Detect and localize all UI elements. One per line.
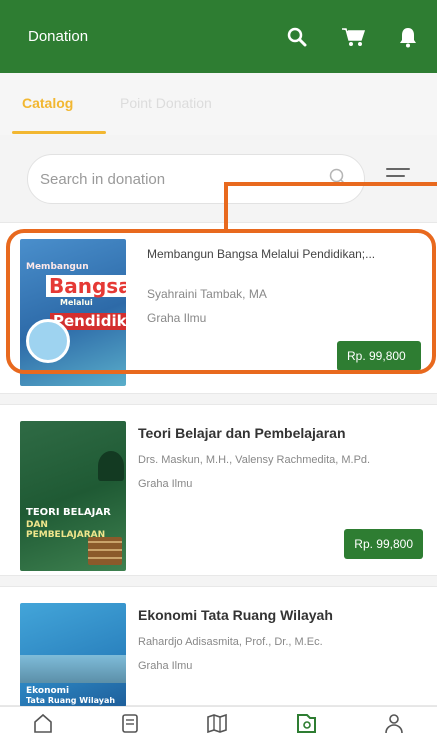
book-title: Ekonomi Tata Ruang Wilayah <box>138 607 333 623</box>
cover-photo <box>98 451 124 481</box>
bottom-navigation <box>0 706 437 733</box>
app-title: Donation <box>28 28 89 45</box>
highlight-frame <box>6 229 436 374</box>
book-info: Teori Belajar dan Pembelajaran Drs. Mask… <box>138 425 423 490</box>
tab-bar: Catalog Point Donation <box>0 73 437 135</box>
document-icon[interactable] <box>120 713 140 733</box>
book-card[interactable]: TEORI BELAJAR DAN PEMBELAJARAN Teori Bel… <box>0 404 437 576</box>
map-icon[interactable] <box>206 713 228 733</box>
book-cover: TEORI BELAJAR DAN PEMBELAJARAN <box>20 421 126 571</box>
profile-icon[interactable] <box>384 713 404 733</box>
book-author: Rahardjo Adisasmita, Prof., Dr., M.Ec. <box>138 635 323 648</box>
book-card[interactable]: Ekonomi Tata Ruang Wilayah Ekonomi Tata … <box>0 586 437 707</box>
price-button[interactable]: Rp. 99,800 <box>344 529 423 559</box>
donation-icon[interactable] <box>295 713 317 733</box>
app-bar-actions <box>287 26 417 48</box>
cover-text: Tata Ruang Wilayah <box>26 696 116 705</box>
book-author: Drs. Maskun, M.H., Valensy Rachmedita, M… <box>138 453 371 466</box>
bell-icon[interactable] <box>399 26 417 48</box>
tab-indicator <box>12 131 106 134</box>
tab-point-donation[interactable]: Point Donation <box>120 95 212 111</box>
cover-books <box>88 537 122 565</box>
book-info: Ekonomi Tata Ruang Wilayah Rahardjo Adis… <box>138 607 423 672</box>
highlight-pointer <box>224 182 437 186</box>
tab-catalog[interactable]: Catalog <box>22 95 73 111</box>
book-cover: Ekonomi Tata Ruang Wilayah <box>20 603 126 707</box>
cover-photo <box>20 655 126 683</box>
book-publisher: Graha Ilmu <box>138 659 193 672</box>
cart-icon[interactable] <box>341 27 365 47</box>
search-box <box>27 154 365 204</box>
highlight-pointer <box>224 182 228 230</box>
search-field-icon[interactable] <box>328 167 348 192</box>
book-publisher: Graha Ilmu <box>138 477 193 490</box>
cover-text: TEORI BELAJAR <box>26 507 111 518</box>
search-icon[interactable] <box>287 27 307 47</box>
book-title: Teori Belajar dan Pembelajaran <box>138 425 346 441</box>
home-icon[interactable] <box>33 713 53 733</box>
app-bar: Donation <box>0 0 437 73</box>
